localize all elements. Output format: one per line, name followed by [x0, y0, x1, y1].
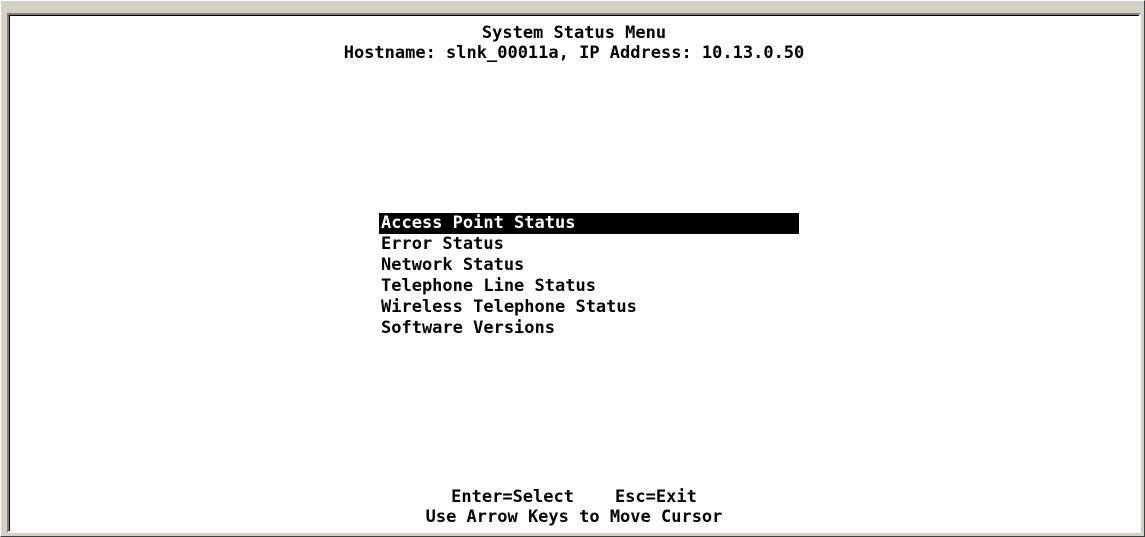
- terminal-screen[interactable]: System Status Menu Hostname: slnk_00011a…: [7, 13, 1141, 533]
- terminal-window: System Status Menu Hostname: slnk_00011a…: [0, 0, 1145, 537]
- enter-key-hint: Enter=Select: [451, 487, 574, 507]
- menu-item-wireless-telephone-status[interactable]: Wireless Telephone Status: [379, 297, 799, 318]
- menu-item-telephone-line-status[interactable]: Telephone Line Status: [379, 276, 799, 297]
- menu-title: System Status Menu: [481, 23, 667, 43]
- status-menu: Access Point Status Error Status Network…: [379, 213, 799, 339]
- esc-key-hint: Esc=Exit: [614, 487, 697, 507]
- navigation-hint: Use Arrow Keys to Move Cursor: [425, 507, 723, 527]
- menu-item-software-versions[interactable]: Software Versions: [379, 318, 799, 339]
- menu-item-error-status[interactable]: Error Status: [379, 234, 799, 255]
- key-legend: Enter=Select Esc=Exit: [9, 487, 1139, 507]
- menu-item-access-point-status[interactable]: Access Point Status: [379, 213, 799, 234]
- hostname-ip-line: Hostname: slnk_00011a, IP Address: 10.13…: [343, 43, 805, 63]
- menu-item-network-status[interactable]: Network Status: [379, 255, 799, 276]
